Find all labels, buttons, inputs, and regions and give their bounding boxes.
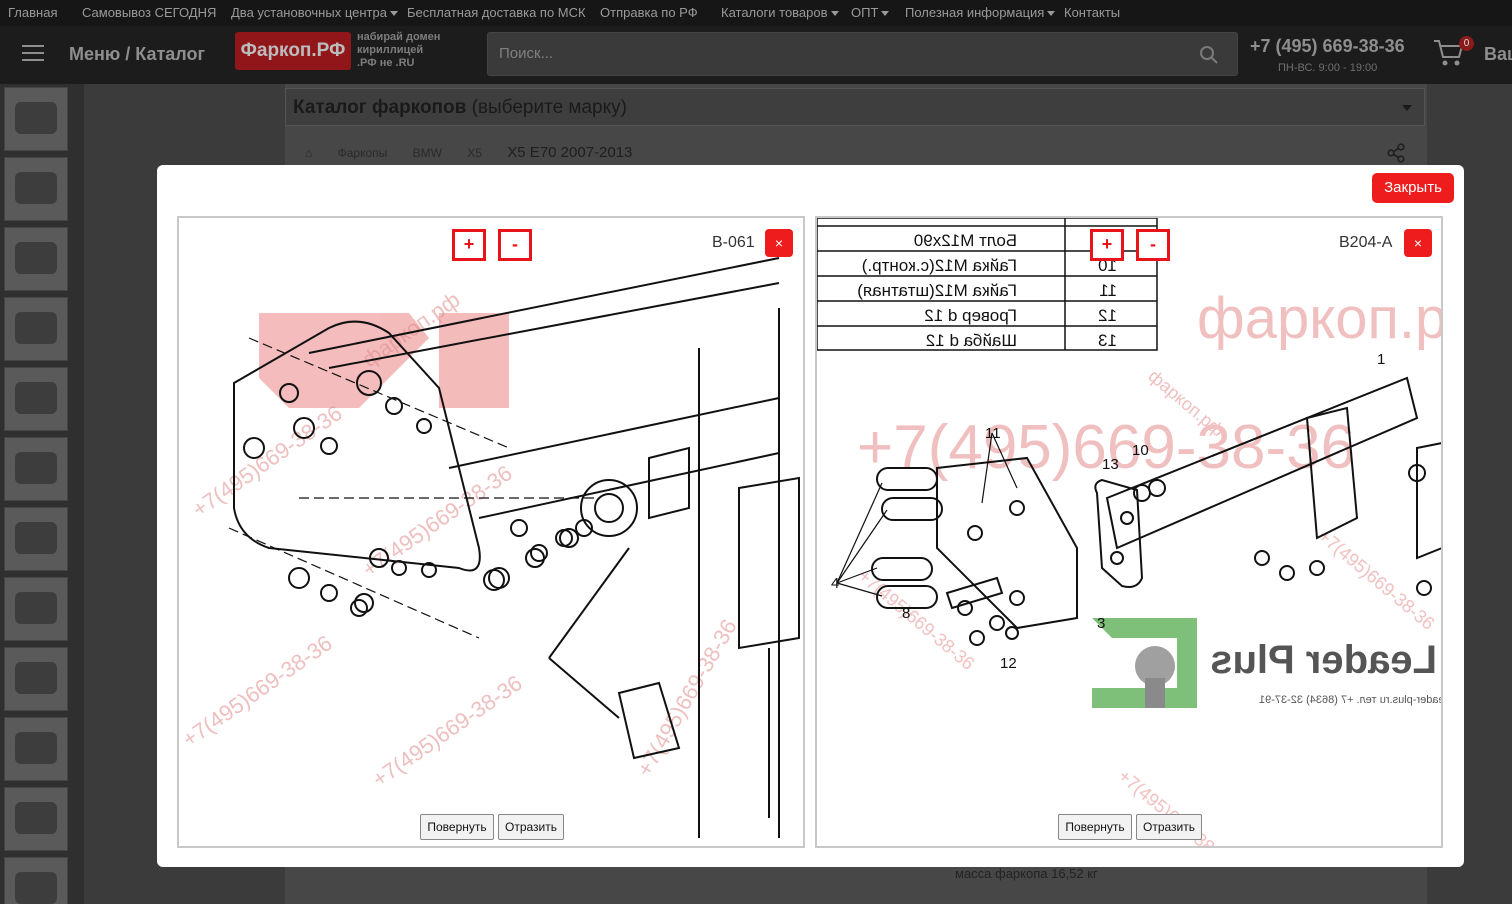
- site-logo[interactable]: Фаркоп.РФ: [235, 32, 351, 70]
- parts-table-num: 12: [1098, 306, 1117, 325]
- share-icon[interactable]: [1386, 143, 1406, 163]
- breadcrumb-link[interactable]: Фаркопы: [338, 146, 388, 160]
- category-thumb-engine-guard[interactable]: [4, 227, 68, 291]
- search-placeholder: Поиск...: [499, 45, 554, 62]
- category-thumb-floor-mats[interactable]: [4, 507, 68, 571]
- cart-label[interactable]: Ваш: [1484, 44, 1512, 65]
- nav-link-install-centers[interactable]: Два установочных центра: [231, 5, 398, 20]
- catalog-title: Каталог фаркопов (выберите марку): [293, 97, 627, 118]
- home-icon[interactable]: ⌂: [305, 146, 312, 160]
- phone-number[interactable]: +7 (495) 669-38-36: [1250, 36, 1405, 57]
- callout-number: 11: [985, 425, 1001, 442]
- logo-slogan-line: кириллицей: [357, 44, 424, 56]
- category-thumb-towbar[interactable]: [4, 87, 68, 151]
- breadcrumb-current: X5 E70 2007-2013: [507, 144, 633, 161]
- parts-table-num: 11: [1099, 281, 1117, 300]
- zoom-in-button[interactable]: +: [1090, 229, 1124, 261]
- callout-number: 1: [1377, 351, 1385, 368]
- chevron-down-icon: [389, 11, 398, 17]
- nav-link-useful-info[interactable]: Полезная информация: [905, 5, 1056, 20]
- drawing-panel-left[interactable]: фаркоп.рф +7(495)669-38-36 +7(495)669-38…: [177, 216, 805, 848]
- zoom-in-button[interactable]: +: [452, 229, 486, 261]
- search-icon[interactable]: [1199, 45, 1219, 65]
- category-thumb-accessories[interactable]: [4, 157, 68, 221]
- category-thumb-armrest[interactable]: [4, 787, 68, 851]
- logo-slogan: набирай домен кириллицей .РФ не .RU: [357, 31, 467, 70]
- remove-drawing-button[interactable]: ×: [1404, 229, 1432, 257]
- breadcrumb-link[interactable]: X5: [467, 146, 482, 160]
- drawing-panel-right[interactable]: Болт M12x90 Гайка M12(с.контр.) Гайка M1…: [815, 216, 1443, 848]
- catalog-brand-select[interactable]: Каталог фаркопов (выберите марку): [285, 88, 1425, 126]
- logo-slogan-line: набирай домен: [357, 31, 441, 43]
- category-thumb-mudflaps[interactable]: [4, 647, 68, 711]
- nav-link-shipping-rf[interactable]: Отправка по РФ: [600, 5, 698, 20]
- hamburger-icon[interactable]: [22, 45, 44, 61]
- callout-number: 10: [1132, 442, 1149, 459]
- search-input[interactable]: Поиск...: [487, 32, 1238, 76]
- menu-catalog-button[interactable]: Меню / Каталог: [69, 44, 205, 65]
- watermark-text: фаркоп.рф: [1197, 286, 1441, 351]
- category-thumb-deflector[interactable]: [4, 437, 68, 501]
- parts-table-name: Шайба d 12: [926, 331, 1017, 350]
- towbar-weight: масса фаркопа 16,52 кг: [955, 866, 1098, 881]
- nav-link-free-delivery[interactable]: Бесплатная доставка по МСК: [407, 5, 586, 20]
- brand-logo-text: Leader Plus: [1210, 638, 1437, 682]
- zoom-out-button[interactable]: -: [1136, 229, 1170, 261]
- callout-number: 8: [902, 605, 910, 622]
- site-header: Меню / Каталог Фаркоп.РФ набирай домен к…: [0, 26, 1512, 84]
- category-thumb-running-boards[interactable]: [4, 297, 68, 361]
- nav-link-contacts[interactable]: Контакты: [1064, 5, 1120, 20]
- chevron-down-icon: [1047, 11, 1056, 17]
- breadcrumb-link[interactable]: BMW: [413, 146, 442, 160]
- parts-table-name: Болт M12x90: [914, 231, 1017, 250]
- category-thumb-hood-struts[interactable]: [4, 717, 68, 781]
- working-hours: ПН-ВС. 9:00 - 19:00: [1278, 62, 1378, 74]
- zoom-out-button[interactable]: -: [498, 229, 532, 261]
- parts-table-num: 13: [1098, 331, 1117, 350]
- breadcrumb: ⌂ Фаркопы BMW X5 X5 E70 2007-2013: [305, 144, 654, 161]
- category-thumb-sill-plates[interactable]: [4, 577, 68, 641]
- callout-number: 4: [831, 575, 839, 592]
- category-thumbnails: [0, 84, 84, 904]
- nav-link-wholesale[interactable]: ОПТ: [851, 5, 890, 20]
- parts-table-name: Гровер d 12: [924, 306, 1017, 325]
- category-thumb-window-visors[interactable]: [4, 857, 68, 904]
- top-nav: Главная Самовывоз СЕГОДНЯ Два установочн…: [0, 0, 1512, 26]
- parts-table-name: Гайка M12(с.контр.): [862, 256, 1017, 275]
- remove-drawing-button[interactable]: ×: [765, 229, 793, 257]
- parts-table-name: Гайка M12(штатная): [857, 281, 1017, 300]
- watermark-text: +7(495)669-38-36: [188, 400, 347, 522]
- cart-count-badge: 0: [1459, 36, 1474, 51]
- watermark-text: +7(495)669-38-36: [854, 566, 978, 674]
- chevron-down-icon: [830, 11, 839, 17]
- leader-plus-logo: Leader Plus leader-plus.ru тел. +7 (8634…: [1092, 618, 1441, 708]
- logo-slogan-line: .РФ не .RU: [357, 57, 415, 69]
- callout-number: 3: [1097, 615, 1105, 632]
- mirror-button[interactable]: Отразить: [1136, 814, 1202, 840]
- towbar-schematic-image: Болт M12x90 Гайка M12(с.контр.) Гайка M1…: [817, 218, 1441, 846]
- towbar-schematic-image: фаркоп.рф +7(495)669-38-36 +7(495)669-38…: [179, 257, 800, 838]
- nav-link-catalogs[interactable]: Каталоги товаров: [721, 5, 839, 20]
- mirror-button[interactable]: Отразить: [498, 814, 564, 840]
- nav-link-home[interactable]: Главная: [8, 5, 57, 20]
- category-thumb-roof-rack[interactable]: [4, 367, 68, 431]
- rotate-button[interactable]: Повернуть: [1058, 814, 1132, 840]
- watermark-text: +7(495)669-38-36: [179, 630, 337, 752]
- nav-link-pickup-today[interactable]: Самовывоз СЕГОДНЯ: [82, 5, 216, 20]
- chevron-down-icon: [881, 11, 890, 17]
- close-button[interactable]: Закрыть: [1372, 173, 1454, 203]
- watermark-text: +7(495)669-38-36: [358, 460, 517, 582]
- brand-contact-text: leader-plus.ru тел. +7 (8634) 32-37-91: [1259, 694, 1441, 706]
- watermark-text: +7(495)669-38-36: [368, 670, 527, 792]
- spec-table-row: [285, 864, 1425, 904]
- drawing-code: B204-A: [1339, 234, 1393, 251]
- callout-number: 12: [1000, 655, 1017, 672]
- callout-number: 13: [1102, 456, 1119, 473]
- chevron-down-icon: [1402, 105, 1412, 111]
- drawing-code: B-061: [712, 234, 755, 251]
- watermark-text: +7(495)669-38-36: [1314, 526, 1438, 634]
- rotate-button[interactable]: Повернуть: [420, 814, 494, 840]
